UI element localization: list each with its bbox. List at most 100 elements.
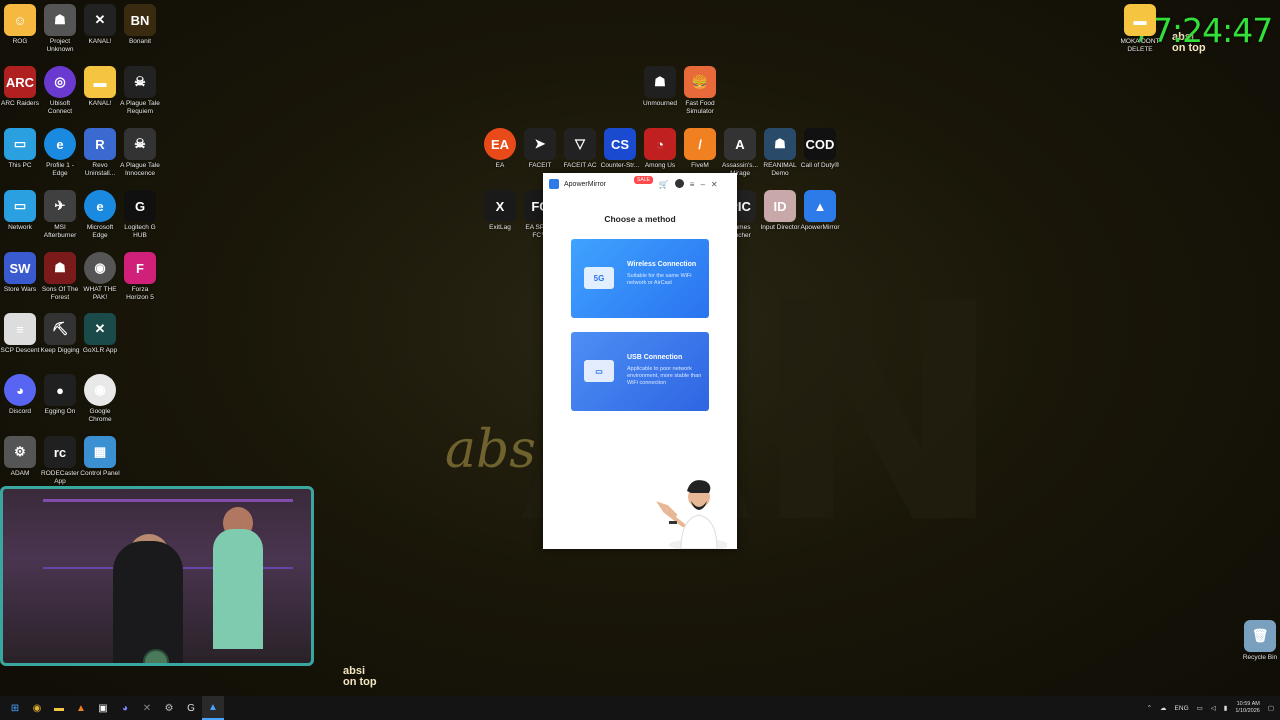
mascot-illustration bbox=[656, 480, 727, 549]
adam-icon: ⚙ bbox=[4, 436, 36, 468]
apowermirror-icon: ▲ bbox=[804, 190, 836, 222]
desktop-icon-profile-1-edge[interactable]: e Profile 1 - Edge bbox=[40, 128, 80, 177]
desktop-icon-label: Egging On bbox=[44, 408, 76, 415]
chrome-icon[interactable]: ◉ bbox=[26, 696, 48, 720]
desktop-icon-google-chrome[interactable]: ◉ Google Chrome bbox=[80, 374, 120, 423]
close-icon[interactable]: ✕ bbox=[711, 180, 718, 189]
keep-digging-icon: ⛏ bbox=[44, 313, 76, 345]
desktop-icon-label: A Plague Tale Innocence bbox=[120, 162, 160, 177]
desktop-icon-this-pc[interactable]: ▭ This PC bbox=[0, 128, 40, 170]
desktop-icon-adam[interactable]: ⚙ ADAM bbox=[0, 436, 40, 478]
desktop-icon-a-plague-tale-innocence[interactable]: ☠ A Plague Tale Innocence bbox=[120, 128, 160, 177]
desktop-icon-assassin-s-mirage[interactable]: A Assassin's... Mirage bbox=[720, 128, 760, 177]
desktop-icon-forza-horizon-5[interactable]: F Forza Horizon 5 bbox=[120, 252, 160, 301]
file-explorer-icon[interactable]: ▬ bbox=[48, 696, 70, 720]
desktop-icon-what-the-pak[interactable]: ◉ WHAT THE PAK! bbox=[80, 252, 120, 301]
desktop-icon-label: Forza Horizon 5 bbox=[126, 286, 154, 301]
sale-badge[interactable]: SALE bbox=[634, 176, 653, 184]
store-wars-icon: SW bbox=[4, 252, 36, 284]
language-indicator[interactable]: ENG bbox=[1175, 705, 1189, 712]
desktop-icon-input-director[interactable]: ID Input Director bbox=[760, 190, 800, 232]
desktop-icon-keep-digging[interactable]: ⛏ Keep Digging bbox=[40, 313, 80, 355]
desktop-icon-label: Ubisoft Connect bbox=[47, 100, 73, 115]
usb-connection-button[interactable]: ▭ USB Connection Applicable to poor netw… bbox=[571, 332, 709, 411]
desktop-icon-apowermirror[interactable]: ▲ ApowerMirror bbox=[800, 190, 840, 232]
settings-icon[interactable]: ⚙ bbox=[158, 696, 180, 720]
windows-start-icon[interactable]: ⊞ bbox=[4, 696, 26, 720]
desktop-icon-project-unknown[interactable]: ☗ Project Unknown bbox=[40, 4, 80, 53]
desktop-icon-control-panel[interactable]: ▦ Control Panel bbox=[80, 436, 120, 478]
cloud-icon[interactable]: ☁ bbox=[1160, 704, 1167, 712]
desktop-icon-recycle-bin[interactable]: 🗑 Recycle Bin bbox=[1240, 620, 1280, 662]
desktop-icon-discord[interactable]: ◕ Discord bbox=[0, 374, 40, 416]
minimize-icon[interactable]: – bbox=[700, 180, 704, 189]
volume-icon[interactable]: ◁ bbox=[1211, 704, 1216, 712]
desktop-icon-unmourned[interactable]: ☗ Unmourned bbox=[640, 66, 680, 108]
desktop-icon-among-us[interactable]: ◔ Among Us bbox=[640, 128, 680, 170]
desktop-icon-msi-afterburner[interactable]: ✈ MSI Afterburner bbox=[40, 190, 80, 239]
control-panel-icon: ▦ bbox=[84, 436, 116, 468]
desktop-icon-label: ExitLag bbox=[489, 224, 511, 231]
menu-icon[interactable]: ≡ bbox=[690, 180, 695, 189]
taskbar-clock[interactable]: 10:59 AM 1/10/2026 bbox=[1235, 701, 1259, 715]
desktop-icon-fast-food-simulator[interactable]: 🍔 Fast Food Simulator bbox=[680, 66, 720, 115]
desktop-icon-revo-uninstall[interactable]: R Revo Uninstall... bbox=[80, 128, 120, 177]
fivem-icon[interactable]: ▲ bbox=[70, 696, 92, 720]
window-title: ApowerMirror bbox=[564, 180, 607, 188]
revo-uninstall-icon: R bbox=[84, 128, 116, 160]
desktop-icon-egging-on[interactable]: ● Egging On bbox=[40, 374, 80, 416]
desktop-icon-logitech-g-hub[interactable]: G Logitech G HUB bbox=[120, 190, 160, 239]
desktop-icon-faceit-ac[interactable]: ▽ FACEIT AC bbox=[560, 128, 600, 170]
call-of-duty-icon: COD bbox=[804, 128, 836, 160]
wireless-description: Suitable for the same WiFi network or Ai… bbox=[627, 273, 692, 286]
desktop-icon-microsoft-edge[interactable]: e Microsoft Edge bbox=[80, 190, 120, 239]
desktop-icon-network[interactable]: ▭ Network bbox=[0, 190, 40, 232]
network-icon[interactable]: ▭ bbox=[1197, 704, 1203, 712]
goxlr-icon[interactable]: ✕ bbox=[136, 696, 158, 720]
chevron-up-icon[interactable]: ⌃ bbox=[1147, 704, 1152, 712]
desktop-icon-a-plague-tale-requiem[interactable]: ☠ A Plague Tale Requiem bbox=[120, 66, 160, 115]
assassin-s-mirage-icon: A bbox=[724, 128, 756, 160]
rog-icon: ☺ bbox=[4, 4, 36, 36]
forza-horizon-5-icon: F bbox=[124, 252, 156, 284]
discord-icon[interactable]: ◕ bbox=[114, 696, 136, 720]
desktop-icon-fivem[interactable]: / FiveM bbox=[680, 128, 720, 170]
desktop-icon-label: ADAM bbox=[10, 470, 30, 477]
notification-icon[interactable]: ▢ bbox=[1268, 704, 1274, 712]
desktop-icon-label: Among Us bbox=[644, 162, 676, 169]
wireless-connection-button[interactable]: 5G Wireless Connection Suitable for the … bbox=[571, 239, 709, 318]
desktop-icon-label: REANIMAL Demo bbox=[763, 162, 797, 177]
desktop-icon-call-of-duty[interactable]: COD Call of Duty® bbox=[800, 128, 840, 170]
desktop-icon-goxlr-app[interactable]: ✕ GoXLR App bbox=[80, 313, 120, 355]
desktop-icon-faceit[interactable]: ➤ FACEIT bbox=[520, 128, 560, 170]
system-tray: ⌃ ☁ ENG ▭ ◁ ▮ 10:59 AM 1/10/2026 ▢ bbox=[1139, 696, 1274, 720]
desktop-icon-counter-str[interactable]: CS Counter-Str... bbox=[600, 128, 640, 170]
desktop-icon-ea[interactable]: EA EA bbox=[480, 128, 520, 170]
desktop-icon-rog[interactable]: ☺ ROG bbox=[0, 4, 40, 46]
account-icon[interactable] bbox=[674, 178, 684, 190]
desktop-icon-label: Discord bbox=[8, 408, 32, 415]
store-icon[interactable]: ▣ bbox=[92, 696, 114, 720]
desktop-icon-arc-raiders[interactable]: ARC ARC Raiders bbox=[0, 66, 40, 108]
desktop-icon-label: Call of Duty® bbox=[800, 162, 840, 169]
desktop-icon-bonanit[interactable]: BN Bonanit bbox=[120, 4, 160, 46]
desktop-icon-label: SCP Descent bbox=[0, 347, 40, 354]
desktop-icon-sons-of-the-forest[interactable]: ☗ Sons Of The Forest bbox=[40, 252, 80, 301]
desktop-icon-exitlag[interactable]: X ExitLag bbox=[480, 190, 520, 232]
desktop-icon-kanal[interactable]: ▬ KANAL! bbox=[80, 66, 120, 108]
desktop-icon-store-wars[interactable]: SW Store Wars bbox=[0, 252, 40, 294]
desktop-icon-ubisoft-connect[interactable]: ◎ Ubisoft Connect bbox=[40, 66, 80, 115]
battery-icon[interactable]: ▮ bbox=[1224, 704, 1228, 712]
desktop-icon-moka-dont-delete[interactable]: ▬ MOKA DONT DELETE bbox=[1120, 4, 1160, 53]
desktop-icon-scp-descent[interactable]: ≡ SCP Descent bbox=[0, 313, 40, 355]
apowermirror-taskbar-icon[interactable]: ▲ bbox=[202, 696, 224, 720]
logitech-icon[interactable]: G bbox=[180, 696, 202, 720]
titlebar: ApowerMirror SALE 🛒 ≡ – ✕ bbox=[543, 173, 737, 195]
cart-icon[interactable]: 🛒 bbox=[659, 180, 669, 189]
desktop-icon-reanimal-demo[interactable]: ☗ REANIMAL Demo bbox=[760, 128, 800, 177]
ubisoft-connect-icon: ◎ bbox=[44, 66, 76, 98]
desktop-icon-label: Keep Digging bbox=[40, 347, 80, 354]
desktop-icon-label: Counter-Str... bbox=[600, 162, 640, 169]
desktop-icon-kanal[interactable]: ✕ KANAL! bbox=[80, 4, 120, 46]
desktop-icon-rodecaster-app[interactable]: rc RODECaster App bbox=[40, 436, 80, 485]
